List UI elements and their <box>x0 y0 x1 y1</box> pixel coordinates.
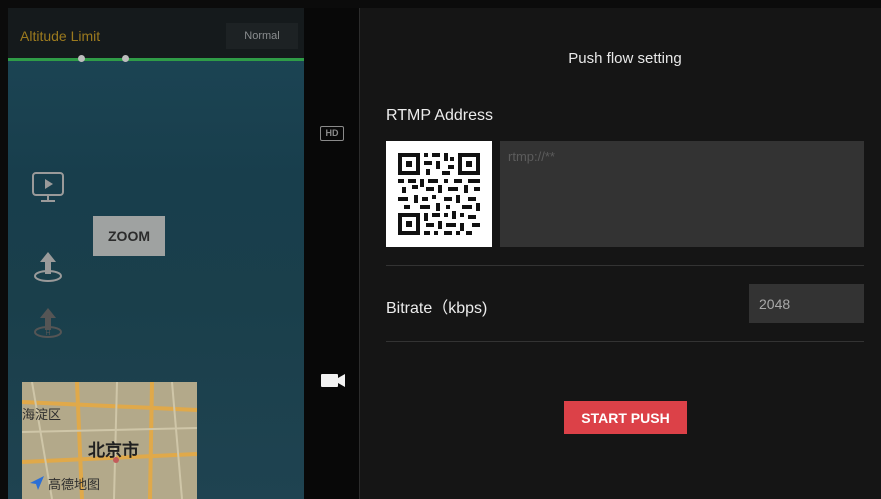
altitude-limit-title: Altitude Limit <box>20 28 101 44</box>
rtmp-address-input[interactable] <box>500 141 864 247</box>
hd-badge[interactable]: HD <box>320 126 344 141</box>
map-location-arrow-icon <box>30 476 44 490</box>
camera-view-panel: Altitude Limit Normal H ZOOM 海淀区 北京市 高德地… <box>8 8 304 499</box>
altitude-slider-handle[interactable] <box>122 55 129 62</box>
start-push-button[interactable]: START PUSH <box>564 401 687 434</box>
qr-code-icon <box>398 153 480 235</box>
map-city-label: 北京市 <box>88 441 139 460</box>
rtmp-address-label: RTMP Address <box>386 107 494 124</box>
bitrate-label: Bitrate（kbps) <box>386 300 488 317</box>
svg-text:H: H <box>45 330 50 337</box>
return-home-icon[interactable]: H <box>28 302 68 342</box>
altitude-slider-track[interactable] <box>8 58 304 61</box>
dialog-title: Push flow setting <box>568 50 682 67</box>
altitude-slider-handle[interactable] <box>78 55 85 62</box>
camera-control-strip <box>304 8 360 499</box>
qr-code-button[interactable] <box>386 141 492 247</box>
camera-icon[interactable] <box>320 370 346 390</box>
altitude-mode-button[interactable]: Normal <box>226 23 298 49</box>
bitrate-input[interactable] <box>749 284 864 323</box>
takeoff-icon[interactable] <box>28 248 68 288</box>
map-district-label: 海淀区 <box>22 407 62 422</box>
map-brand-label: 高德地图 <box>48 477 101 492</box>
zoom-button[interactable]: ZOOM <box>93 216 165 256</box>
divider-line <box>386 341 864 342</box>
play-screen-icon[interactable] <box>28 167 68 207</box>
divider-line <box>386 265 864 266</box>
minimap[interactable]: 海淀区 北京市 高德地图 <box>22 382 197 499</box>
